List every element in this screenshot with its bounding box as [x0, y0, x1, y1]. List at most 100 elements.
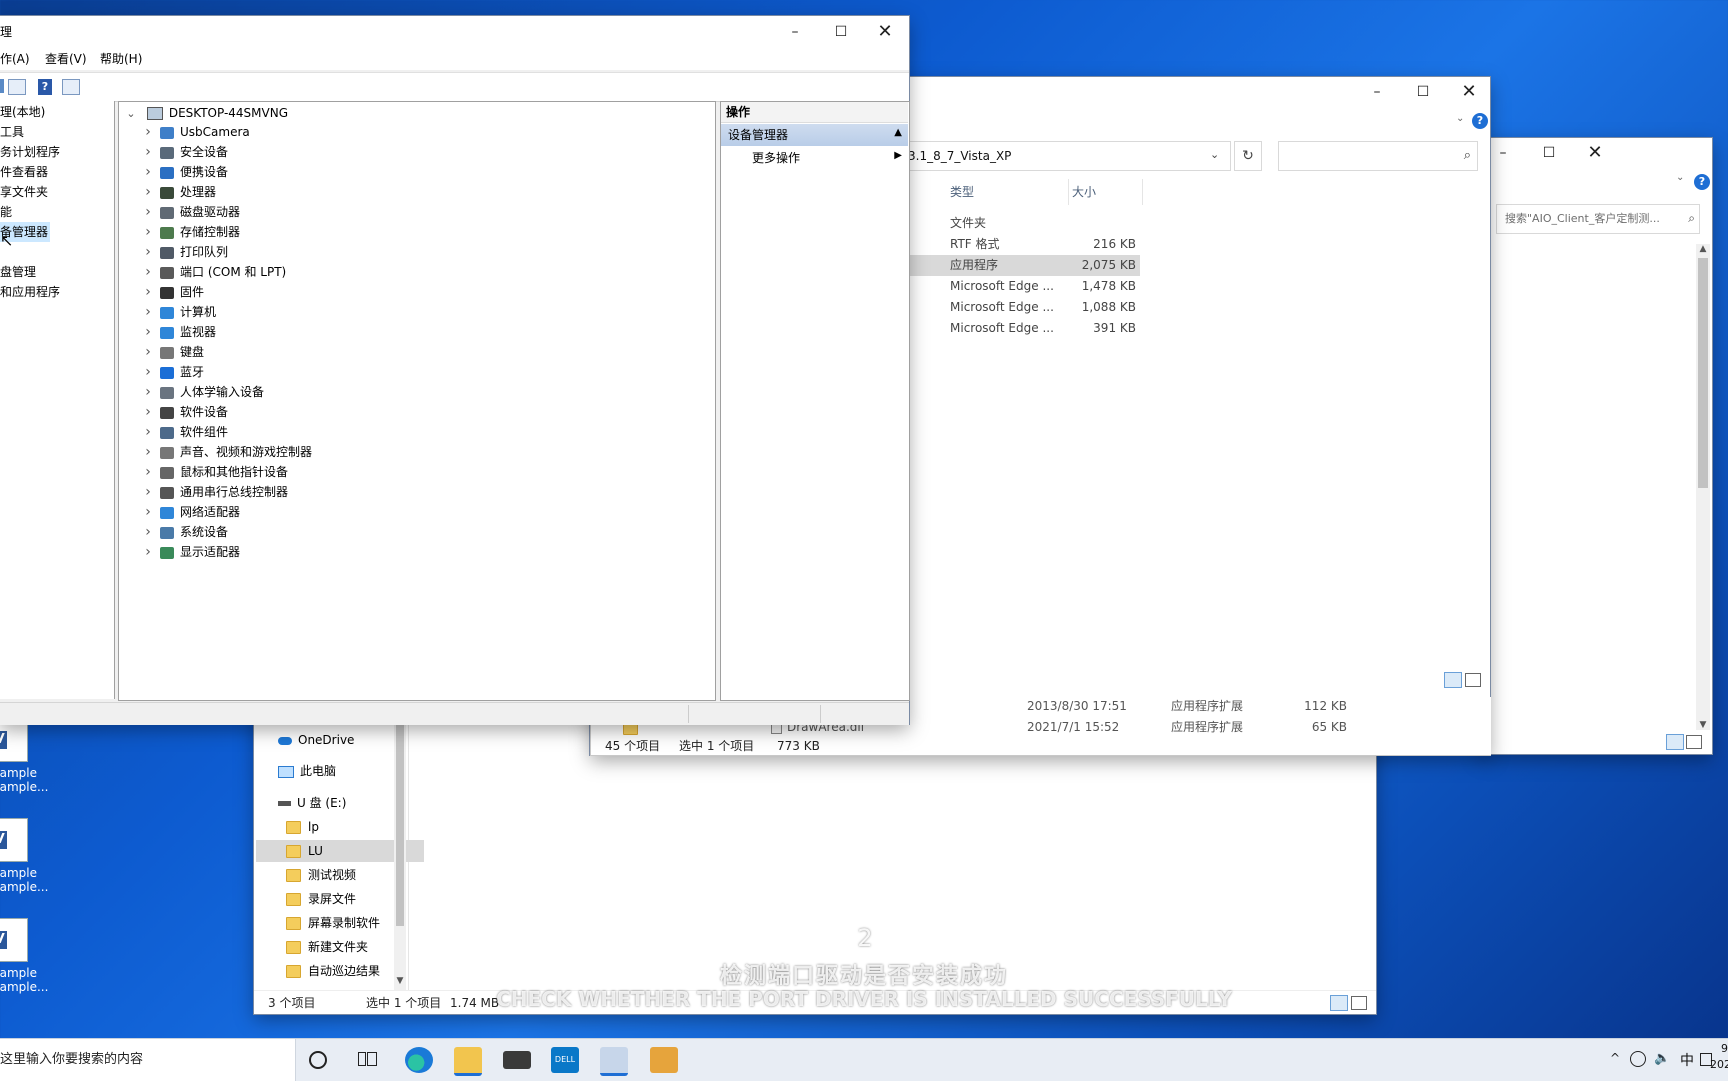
menu-view[interactable]: 查看(V) — [45, 48, 87, 70]
expand-chevron-icon[interactable]: › — [140, 482, 156, 502]
expand-chevron-icon[interactable]: › — [140, 262, 156, 282]
details-view-icon[interactable] — [1444, 672, 1462, 688]
console-tree-item[interactable]: 件查看器 — [0, 162, 48, 182]
ime-indicator[interactable]: 中 — [1680, 1050, 1694, 1070]
device-category-row[interactable]: › 固件 — [140, 282, 204, 302]
content-scrollbar[interactable]: ▲ ▼ — [1696, 244, 1710, 730]
clock[interactable]: 9 202 — [1710, 1041, 1728, 1073]
expand-chevron-icon[interactable]: › — [140, 402, 156, 422]
expand-chevron-icon[interactable]: › — [140, 122, 156, 142]
expand-chevron-icon[interactable]: › — [140, 522, 156, 542]
device-tree-root[interactable]: ⌄ DESKTOP-44SMVNG — [123, 103, 288, 123]
address-dropdown-icon[interactable]: ⌄ — [1210, 148, 1219, 161]
taskbar-search-box[interactable]: 在这里输入你要搜索的内容 — [0, 1039, 296, 1081]
desktop-icon-sample-2[interactable]: W Sample Sample... — [0, 818, 82, 894]
close-button[interactable]: ✕ — [1446, 77, 1492, 107]
menu-action[interactable]: 作(A) — [0, 48, 30, 70]
nav-item-usb-drive[interactable]: U 盘 (E:) — [278, 792, 346, 814]
dell-icon[interactable]: DELL — [551, 1047, 579, 1073]
nav-item-this-pc[interactable]: 此电脑 — [278, 760, 336, 782]
expand-chevron-icon[interactable]: › — [140, 182, 156, 202]
console-tree-item[interactable]: 能 — [0, 202, 12, 222]
scrollbar-thumb[interactable] — [396, 704, 404, 926]
nav-scrollbar[interactable]: ▼ — [394, 700, 406, 990]
device-category-row[interactable]: › 键盘 — [140, 342, 204, 362]
large-icons-view-icon[interactable] — [1686, 735, 1702, 749]
scroll-up-icon[interactable]: ▲ — [1696, 244, 1710, 254]
volume-muted-icon[interactable]: 🔈 — [1654, 1051, 1670, 1066]
maximize-button[interactable]: ☐ — [818, 17, 864, 47]
device-category-row[interactable]: › 通用串行总线控制器 — [140, 482, 288, 502]
collapse-up-icon[interactable]: ▲ — [894, 127, 902, 138]
properties-icon[interactable] — [8, 79, 26, 95]
device-category-row[interactable]: › 显示适配器 — [140, 542, 240, 562]
network-icon[interactable] — [1630, 1051, 1646, 1067]
close-button[interactable]: ✕ — [862, 17, 908, 47]
device-category-row[interactable]: › 端口 (COM 和 LPT) — [140, 262, 286, 282]
scrollbar-thumb[interactable] — [1698, 258, 1708, 488]
cortana-icon[interactable] — [309, 1051, 327, 1069]
console-tree-item[interactable]: 理(本地) — [0, 102, 45, 122]
expand-chevron-icon[interactable]: › — [140, 362, 156, 382]
expand-chevron-icon[interactable]: › — [140, 222, 156, 242]
device-category-row[interactable]: › 存储控制器 — [140, 222, 240, 242]
device-category-row[interactable]: › 磁盘驱动器 — [140, 202, 240, 222]
expand-chevron-icon[interactable]: › — [140, 442, 156, 462]
device-category-row[interactable]: › 计算机 — [140, 302, 216, 322]
large-icons-view-icon[interactable] — [1465, 673, 1481, 687]
maximize-button[interactable]: ☐ — [1526, 138, 1572, 168]
expand-chevron-icon[interactable]: › — [140, 502, 156, 522]
nav-item-folder-test-video[interactable]: 测试视频 — [286, 864, 356, 886]
device-category-row[interactable]: › 鼠标和其他指针设备 — [140, 462, 288, 482]
edge-icon[interactable] — [405, 1047, 433, 1073]
console-tree-item[interactable]: 和应用程序 — [0, 282, 60, 302]
task-view-icon[interactable] — [358, 1050, 377, 1066]
actions-section-device-manager[interactable]: 设备管理器 ▲ — [721, 124, 908, 146]
device-category-row[interactable]: › 监视器 — [140, 322, 216, 342]
nav-item-folder-lp[interactable]: lp — [286, 816, 319, 838]
device-category-row[interactable]: › 蓝牙 — [140, 362, 204, 382]
tools-app-icon[interactable] — [650, 1047, 678, 1073]
file-explorer-icon[interactable] — [454, 1047, 482, 1076]
maximize-button[interactable]: ☐ — [1400, 77, 1446, 107]
menu-help[interactable]: 帮助(H) — [100, 48, 142, 70]
ribbon-expand-icon[interactable]: ⌄ — [1676, 172, 1684, 183]
column-header-size[interactable]: 大小 — [1068, 179, 1143, 205]
console-tree-item[interactable]: 工具 — [0, 122, 24, 142]
nav-item-onedrive[interactable]: OneDrive — [278, 729, 354, 751]
expand-chevron-icon[interactable]: › — [140, 162, 156, 182]
expand-chevron-icon[interactable]: › — [140, 282, 156, 302]
console-tree-item[interactable]: 享文件夹 — [0, 182, 48, 202]
scroll-down-icon[interactable]: ▼ — [1696, 720, 1710, 730]
search-box[interactable]: 搜索"AIO_Client_客户定制测... ⌕ — [1496, 204, 1700, 234]
device-category-row[interactable]: › UsbCamera — [140, 122, 250, 142]
show-hide-pane-icon[interactable] — [62, 79, 80, 95]
desktop-icon-sample-1[interactable]: W Sample Sample... — [0, 718, 82, 794]
device-category-row[interactable]: › 声音、视频和游戏控制器 — [140, 442, 312, 462]
show-hidden-icons[interactable]: ^ — [1610, 1051, 1620, 1065]
device-category-row[interactable]: › 便携设备 — [140, 162, 228, 182]
device-category-row[interactable]: › 软件设备 — [140, 402, 228, 422]
expand-chevron-icon[interactable]: › — [140, 322, 156, 342]
column-header-type[interactable]: 类型 — [946, 179, 1069, 205]
expand-chevron-icon[interactable]: › — [140, 142, 156, 162]
console-tree-item[interactable]: 盘管理 — [0, 262, 36, 282]
help-icon[interactable]: ? — [1694, 174, 1710, 190]
expand-chevron-icon[interactable]: › — [140, 302, 156, 322]
device-category-row[interactable]: › 人体学输入设备 — [140, 382, 264, 402]
collapse-chevron-icon[interactable]: ⌄ — [123, 104, 139, 124]
device-category-row[interactable]: › 打印队列 — [140, 242, 228, 262]
expand-chevron-icon[interactable]: › — [140, 422, 156, 442]
minimize-button[interactable]: – — [772, 17, 818, 47]
expand-chevron-icon[interactable]: › — [140, 242, 156, 262]
expand-chevron-icon[interactable]: › — [140, 462, 156, 482]
nav-item-folder-new[interactable]: 新建文件夹 — [286, 936, 368, 958]
device-category-row[interactable]: › 网络适配器 — [140, 502, 240, 522]
expand-chevron-icon[interactable]: › — [140, 342, 156, 362]
device-category-row[interactable]: › 软件组件 — [140, 422, 228, 442]
refresh-button[interactable]: ↻ — [1234, 141, 1262, 171]
device-category-row[interactable]: › 系统设备 — [140, 522, 228, 542]
search-box[interactable]: ⌕ — [1278, 141, 1478, 171]
expand-chevron-icon[interactable]: › — [140, 382, 156, 402]
device-category-row[interactable]: › 处理器 — [140, 182, 216, 202]
